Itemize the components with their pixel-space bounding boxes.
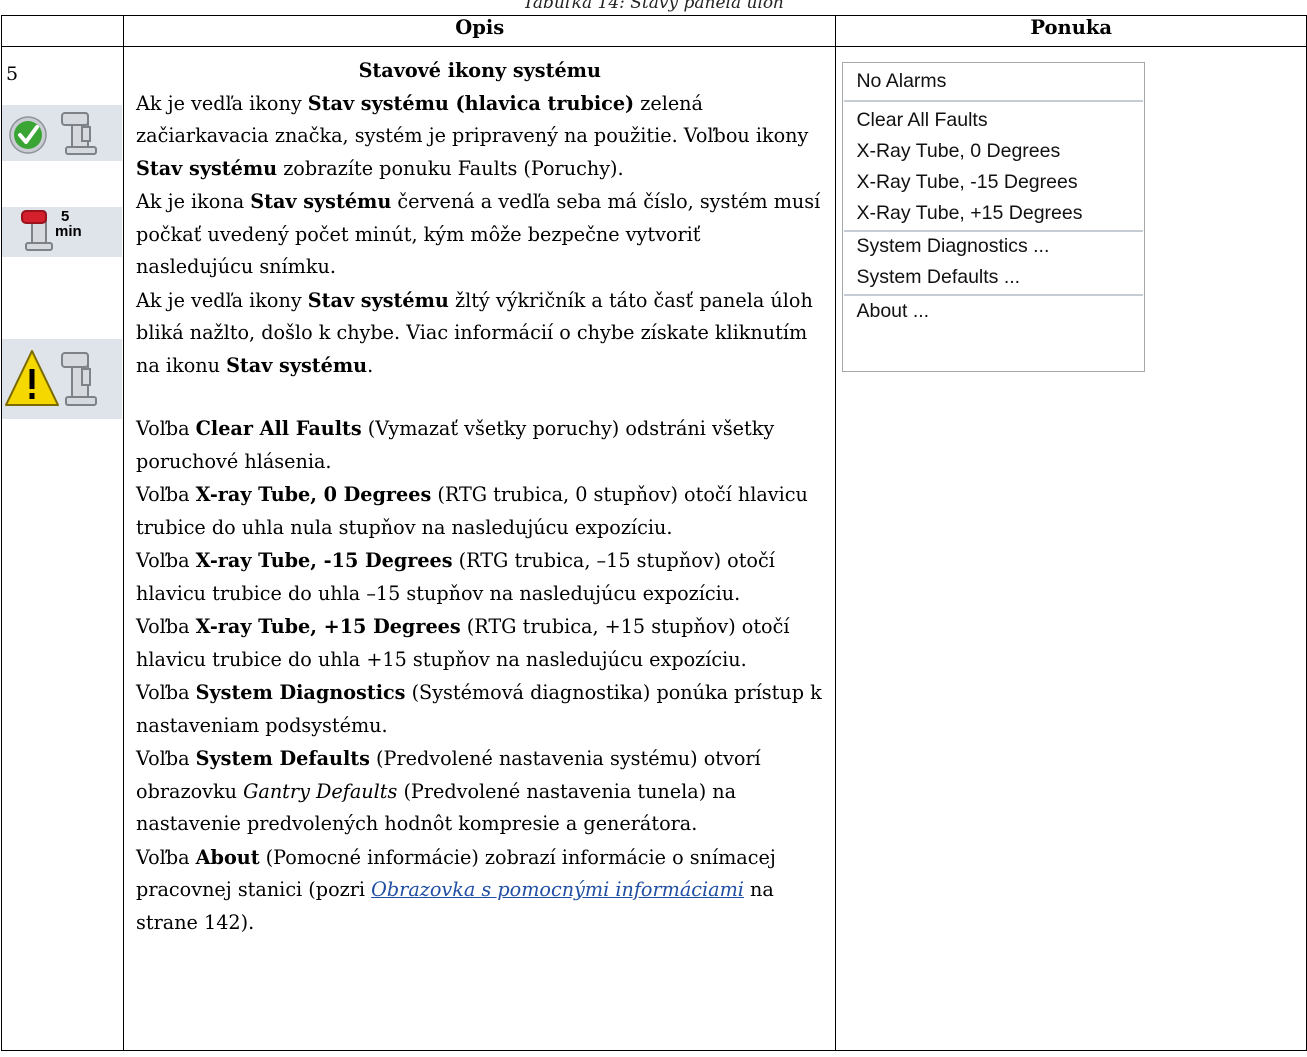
desc-paragraph-tube-minus15: Voľba X-ray Tube, -15 Degrees (RTG trubi… — [136, 549, 775, 605]
header-description: Opis — [123, 15, 837, 47]
status-fault-icon — [2, 339, 122, 419]
table-header-row: Opis Ponuka — [0, 15, 1307, 47]
wait-unit: min — [55, 223, 82, 240]
desc-paragraph-clear-faults: Voľba Clear All Faults (Vymazať všetky p… — [136, 417, 775, 473]
desc-paragraph-about: Voľba About (Pomocné informácie) zobrazí… — [136, 845, 776, 934]
faults-menu: No Alarms Clear All Faults X-Ray Tube, 0… — [842, 62, 1146, 372]
menu-item-system-defaults[interactable]: System Defaults ... — [856, 266, 1020, 289]
row-number: 5 — [6, 63, 19, 85]
desc-paragraph-diagnostics: Voľba System Diagnostics (Systémová diag… — [136, 681, 822, 737]
header-menu: Ponuka — [835, 15, 1307, 47]
description-cell: Stavové ikony systému Ak je vedľa ikony … — [123, 46, 837, 1051]
status-ready-icon — [2, 105, 122, 161]
desc-paragraph-tube-0: Voľba X-ray Tube, 0 Degrees (RTG trubica… — [136, 483, 808, 539]
menu-item-tube-plus15[interactable]: X-Ray Tube, +15 Degrees — [856, 202, 1082, 225]
icon-cell: 5 5 min — [0, 46, 125, 1051]
menu-separator — [844, 294, 1144, 296]
about-screen-link[interactable]: Obrazovka s pomocnými informáciami — [371, 878, 744, 901]
status-wait-icon: 5 min — [2, 207, 122, 257]
description-title: Stavové ikony systému — [358, 59, 601, 82]
table-row: 5 5 min Stavové ikony systému Ak je vedľ… — [0, 46, 1307, 1051]
menu-cell: No Alarms Clear All Faults X-Ray Tube, 0… — [835, 46, 1307, 1051]
desc-paragraph-defaults: Voľba System Defaults (Predvolené nastav… — [136, 747, 761, 835]
desc-paragraph-fault: Ak je vedľa ikony Stav systému žltý výkr… — [136, 288, 813, 377]
menu-item-tube-minus15[interactable]: X-Ray Tube, -15 Degrees — [856, 171, 1077, 194]
menu-item-system-diagnostics[interactable]: System Diagnostics ... — [856, 235, 1049, 258]
header-icon-column — [0, 15, 125, 47]
status-table: Opis Ponuka 5 5 min Stavové ikony systém… — [0, 15, 1307, 1051]
menu-separator — [844, 230, 1144, 232]
desc-paragraph-tube-plus15: Voľba X-ray Tube, +15 Degrees (RTG trubi… — [136, 615, 790, 671]
menu-separator — [844, 100, 1144, 102]
menu-item-no-alarms[interactable]: No Alarms — [856, 70, 946, 93]
desc-paragraph-wait: Ak je ikona Stav systému červená a vedľa… — [136, 190, 821, 278]
menu-item-about[interactable]: About ... — [856, 300, 929, 323]
desc-paragraph-ready: Ak je vedľa ikony Stav systému (hlavica … — [136, 91, 809, 180]
menu-item-tube-0[interactable]: X-Ray Tube, 0 Degrees — [856, 140, 1060, 163]
table-caption: Tabuľka 14: Stavy panela úloh — [522, 0, 785, 13]
menu-item-clear-all-faults[interactable]: Clear All Faults — [856, 109, 987, 132]
